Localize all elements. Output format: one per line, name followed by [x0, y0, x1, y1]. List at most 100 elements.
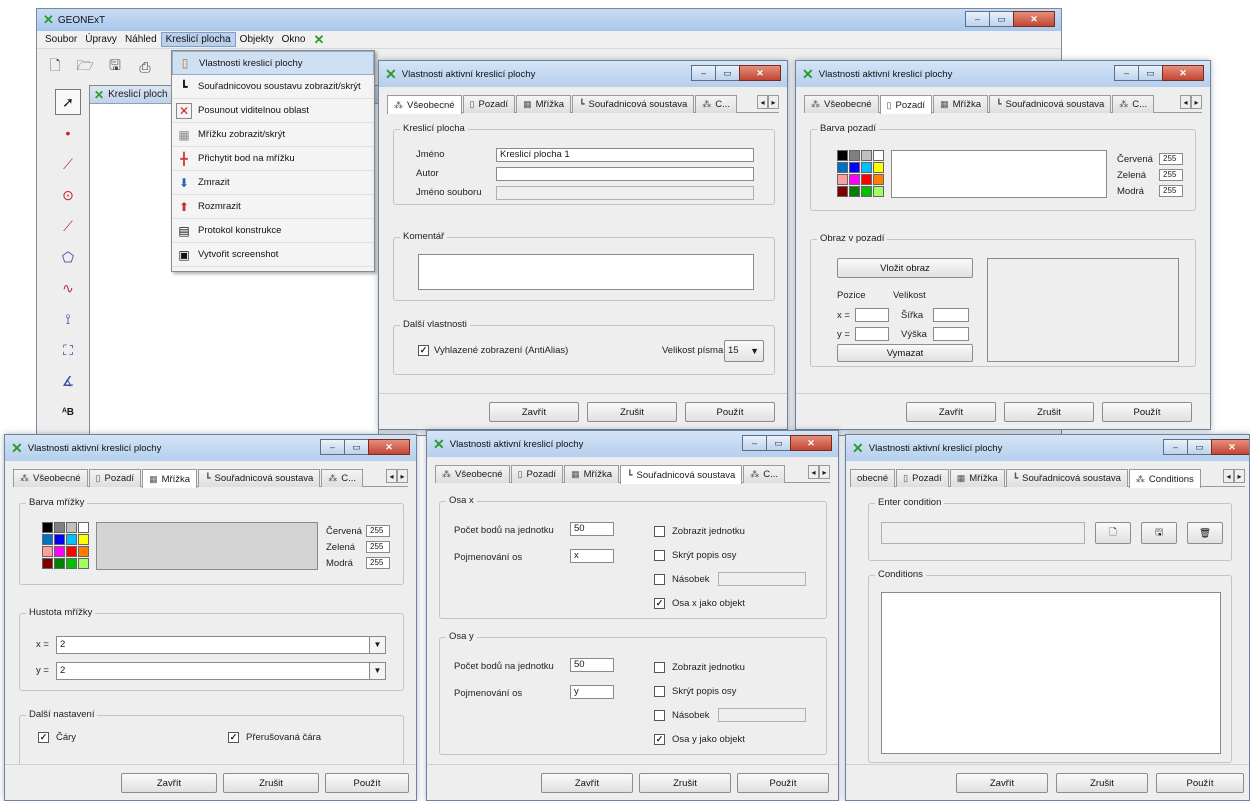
blue-field[interactable]: 255	[366, 557, 390, 569]
tab-more[interactable]: ⁂ C...	[1112, 95, 1155, 113]
menu-item-unfreeze[interactable]: ⬆ Rozmrazit	[172, 195, 374, 219]
green-field[interactable]: 255	[1159, 169, 1183, 181]
color-swatch[interactable]	[66, 546, 77, 557]
blue-field[interactable]: 255	[1159, 185, 1183, 197]
color-swatch[interactable]	[837, 174, 848, 185]
pointer-tool-icon[interactable]: ➚	[55, 89, 81, 115]
color-swatch[interactable]	[849, 186, 860, 197]
y-naming-field[interactable]: y	[570, 685, 614, 699]
color-swatch[interactable]	[54, 546, 65, 557]
color-swatch[interactable]	[849, 162, 860, 173]
line-tool-icon[interactable]: ⟋	[55, 151, 81, 177]
close-button[interactable]: ✕	[1013, 11, 1055, 27]
close-dialog-button[interactable]: Zavřít	[956, 773, 1048, 793]
angle-bisector-tool-icon[interactable]: ⟟	[55, 306, 81, 332]
tab-background[interactable]: ▯ Pozadí	[879, 95, 933, 114]
color-swatch[interactable]	[78, 522, 89, 533]
author-field[interactable]	[496, 167, 754, 181]
green-field[interactable]: 255	[366, 541, 390, 553]
polygon-tool-icon[interactable]: ⬠	[55, 244, 81, 270]
height-field[interactable]	[933, 327, 969, 341]
pos-y-field[interactable]	[855, 327, 889, 341]
font-size-select[interactable]: 15 ▼	[724, 340, 764, 362]
y-show-unit-checkbox[interactable]	[654, 662, 665, 673]
menu-item-toggle-axes[interactable]: ┗ Souřadnicovou soustavu zobrazit/skrýt	[172, 75, 374, 99]
color-swatch[interactable]	[66, 522, 77, 533]
minimize-button[interactable]: –	[1114, 65, 1139, 81]
point-tool-icon[interactable]: •	[55, 120, 81, 146]
menu-item-construction-protocol[interactable]: ▤ Protokol konstrukce	[172, 219, 374, 243]
x-as-object-checkbox[interactable]: ✓	[654, 598, 665, 609]
color-swatch[interactable]	[78, 534, 89, 545]
tab-coords[interactable]: ┗ Souřadnicová soustava	[989, 95, 1112, 113]
color-swatch[interactable]	[873, 162, 884, 173]
circle-tool-icon[interactable]: ⊙	[55, 182, 81, 208]
cancel-button[interactable]: Zrušit	[639, 773, 731, 793]
color-swatch[interactable]	[873, 186, 884, 197]
save-condition-button[interactable]: 🖫	[1141, 522, 1177, 544]
tab-grid[interactable]: ▦ Mřížka	[142, 469, 198, 488]
minimize-button[interactable]: –	[742, 435, 767, 451]
tab-conditions[interactable]: ⁂ Conditions	[1128, 469, 1201, 488]
tab-grid[interactable]: ▦ Mřížka	[564, 465, 620, 483]
tab-general[interactable]: ⁂ Všeobecné	[13, 469, 88, 487]
menu-item-toggle-grid[interactable]: ▦ Mřížku zobrazit/skrýt	[172, 123, 374, 147]
grid-y-select[interactable]: 2 ▼	[56, 662, 386, 680]
minimize-button[interactable]: –	[320, 439, 345, 455]
color-swatch[interactable]	[42, 546, 53, 557]
transform-tool-icon[interactable]: ⛶	[55, 337, 81, 363]
color-swatch[interactable]	[849, 174, 860, 185]
close-dialog-button[interactable]: Zavřít	[906, 402, 996, 422]
tab-scroll-left-icon[interactable]: ◂	[757, 95, 768, 109]
color-swatch[interactable]	[54, 522, 65, 533]
close-button[interactable]: ✕	[368, 439, 410, 455]
color-swatch[interactable]	[42, 522, 53, 533]
close-button[interactable]: ✕	[1162, 65, 1204, 81]
angle-tool-icon[interactable]: ∡	[55, 368, 81, 394]
tab-general[interactable]: ⁂ Všeobecné	[387, 95, 462, 114]
cancel-button[interactable]: Zrušit	[1056, 773, 1148, 793]
tab-scroll-right-icon[interactable]: ▸	[1191, 95, 1202, 109]
tab-more[interactable]: ⁂ C...	[321, 469, 364, 487]
print-icon[interactable]: ⎙	[133, 55, 157, 79]
tab-scroll-right-icon[interactable]: ▸	[768, 95, 779, 109]
color-swatch[interactable]	[66, 534, 77, 545]
y-multiple-checkbox[interactable]	[654, 710, 665, 721]
tab-background[interactable]: ▯ Pozadí	[510, 465, 564, 483]
color-swatch[interactable]	[78, 558, 89, 569]
color-swatch[interactable]	[54, 558, 65, 569]
maximize-button[interactable]: ▭	[989, 11, 1014, 27]
red-field[interactable]: 255	[366, 525, 390, 537]
dashed-checkbox[interactable]: ✓	[228, 732, 239, 743]
menu-objects[interactable]: Objekty	[236, 33, 278, 46]
color-swatch[interactable]	[42, 534, 53, 545]
name-field[interactable]: Kreslicí plocha 1	[496, 148, 754, 162]
color-swatch[interactable]	[837, 186, 848, 197]
tab-background[interactable]: ▯ Pozadí	[88, 469, 142, 487]
color-swatch[interactable]	[861, 150, 872, 161]
close-button[interactable]: ✕	[1211, 439, 1249, 455]
apply-button[interactable]: Použít	[325, 773, 409, 793]
maximize-button[interactable]: ▭	[715, 65, 740, 81]
new-file-icon[interactable]: 🗋	[43, 55, 67, 79]
curve-tool-icon[interactable]: ∿	[55, 275, 81, 301]
tab-general[interactable]: obecné	[850, 469, 896, 487]
color-swatch[interactable]	[849, 150, 860, 161]
maximize-button[interactable]: ▭	[766, 435, 791, 451]
tab-general[interactable]: ⁂ Všeobecné	[435, 465, 510, 483]
antialias-checkbox[interactable]: ✓	[418, 345, 429, 356]
color-swatch[interactable]	[861, 186, 872, 197]
y-points-field[interactable]: 50	[570, 658, 614, 672]
tab-scroll-left-icon[interactable]: ◂	[1223, 469, 1234, 483]
x-hide-label-checkbox[interactable]	[654, 550, 665, 561]
tab-more[interactable]: ⁂ C...	[743, 465, 786, 483]
y-hide-label-checkbox[interactable]	[654, 686, 665, 697]
tab-coords[interactable]: ┗ Souřadnicová soustava	[198, 469, 321, 487]
insert-image-button[interactable]: Vložit obraz	[837, 258, 973, 278]
apply-button[interactable]: Použít	[685, 402, 775, 422]
color-swatch[interactable]	[837, 162, 848, 173]
delete-condition-button[interactable]: 🗑	[1187, 522, 1223, 544]
tab-scroll-right-icon[interactable]: ▸	[397, 469, 408, 483]
color-swatch[interactable]	[861, 174, 872, 185]
comment-textarea[interactable]	[418, 254, 754, 290]
